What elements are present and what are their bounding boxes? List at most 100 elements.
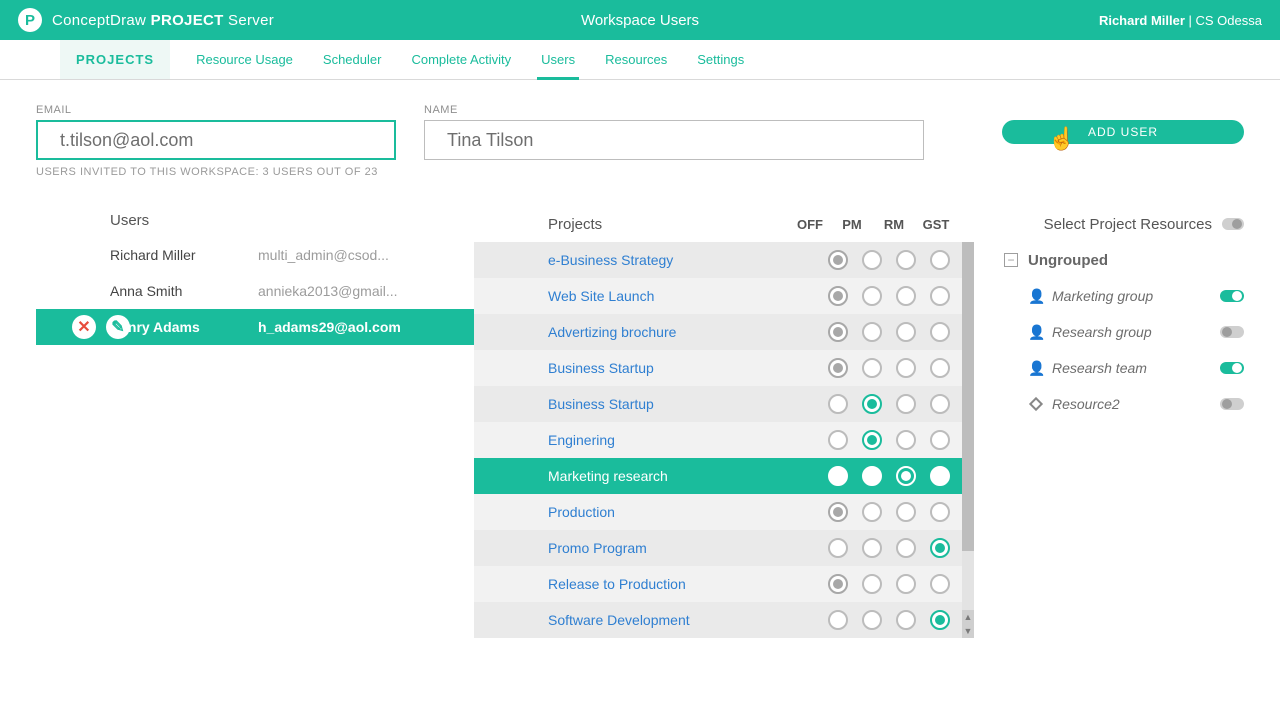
- user-row-selected[interactable]: ✕ ✎ Henry Adams h_adams29@aol.com: [36, 309, 474, 345]
- role-radio[interactable]: [828, 358, 848, 378]
- role-radio[interactable]: [930, 286, 950, 306]
- role-radio[interactable]: [828, 502, 848, 522]
- role-radio[interactable]: [828, 430, 848, 450]
- project-row[interactable]: Web Site Launch: [474, 278, 974, 314]
- nav-projects[interactable]: PROJECTS: [60, 40, 170, 79]
- scroll-thumb[interactable]: [962, 242, 974, 551]
- user-email: annieka2013@gmail...: [258, 283, 398, 299]
- add-user-button[interactable]: ADD USER: [1002, 120, 1244, 144]
- collapse-icon[interactable]: −: [1004, 253, 1018, 267]
- role-radio[interactable]: [862, 574, 882, 594]
- role-radio[interactable]: [862, 466, 882, 486]
- project-row[interactable]: Business Startup: [474, 350, 974, 386]
- role-radio[interactable]: [862, 286, 882, 306]
- name-input[interactable]: [424, 120, 924, 160]
- user-row[interactable]: Anna Smith annieka2013@gmail...: [36, 273, 474, 309]
- role-radio[interactable]: [828, 538, 848, 558]
- role-radio[interactable]: [896, 574, 916, 594]
- user-row-actions: ✕ ✎: [72, 315, 130, 339]
- nav-resources[interactable]: Resources: [601, 40, 671, 79]
- role-off: OFF: [796, 217, 824, 232]
- role-radio[interactable]: [828, 574, 848, 594]
- role-radio[interactable]: [862, 358, 882, 378]
- role-radio[interactable]: [862, 250, 882, 270]
- project-role-radios: [828, 502, 950, 522]
- project-name: Marketing research: [548, 468, 828, 484]
- nav-resource-usage[interactable]: Resource Usage: [192, 40, 297, 79]
- person-icon: 👤: [1028, 324, 1044, 341]
- resource-toggle[interactable]: [1220, 398, 1244, 410]
- project-row[interactable]: Release to Production: [474, 566, 974, 602]
- email-input[interactable]: [36, 120, 396, 160]
- resource-list: 👤Marketing group👤Researsh group👤Researsh…: [1004, 278, 1244, 422]
- scroll-up-icon[interactable]: ▲: [962, 610, 974, 624]
- header-user-sep: |: [1185, 13, 1196, 28]
- edit-user-button[interactable]: ✎: [106, 315, 130, 339]
- resource-toggle[interactable]: [1220, 326, 1244, 338]
- role-radio[interactable]: [896, 538, 916, 558]
- nav-users[interactable]: Users: [537, 40, 579, 79]
- resource-toggle[interactable]: [1220, 362, 1244, 374]
- role-radio[interactable]: [930, 358, 950, 378]
- role-radio[interactable]: [862, 322, 882, 342]
- role-radio[interactable]: [862, 502, 882, 522]
- resource-toggle[interactable]: [1220, 290, 1244, 302]
- project-row[interactable]: e-Business Strategy: [474, 242, 974, 278]
- role-radio[interactable]: [896, 322, 916, 342]
- person-icon: 👤: [1028, 288, 1044, 305]
- project-role-radios: [828, 394, 950, 414]
- project-row[interactable]: Advertizing brochure: [474, 314, 974, 350]
- role-radio[interactable]: [896, 250, 916, 270]
- delete-user-button[interactable]: ✕: [72, 315, 96, 339]
- role-radio[interactable]: [828, 610, 848, 630]
- nav-settings[interactable]: Settings: [693, 40, 748, 79]
- role-radio[interactable]: [930, 610, 950, 630]
- role-radio[interactable]: [862, 394, 882, 414]
- users-column: Users Richard Miller multi_admin@csod...…: [36, 206, 474, 638]
- role-radio[interactable]: [930, 394, 950, 414]
- role-radio[interactable]: [862, 430, 882, 450]
- role-radio[interactable]: [896, 610, 916, 630]
- resource-name: Researsh group: [1052, 324, 1220, 340]
- nav-complete-activity[interactable]: Complete Activity: [407, 40, 515, 79]
- nav-scheduler[interactable]: Scheduler: [319, 40, 386, 79]
- role-radio[interactable]: [862, 610, 882, 630]
- role-radio[interactable]: [896, 466, 916, 486]
- role-radio[interactable]: [828, 286, 848, 306]
- role-radio[interactable]: [930, 538, 950, 558]
- role-radio[interactable]: [896, 358, 916, 378]
- role-radio[interactable]: [828, 322, 848, 342]
- project-row[interactable]: Business Startup: [474, 386, 974, 422]
- user-email: multi_admin@csod...: [258, 247, 389, 263]
- role-radio[interactable]: [896, 394, 916, 414]
- resource-group-row[interactable]: − Ungrouped: [1004, 242, 1244, 278]
- project-row[interactable]: Software Development: [474, 602, 974, 638]
- role-radio[interactable]: [896, 502, 916, 522]
- role-radio[interactable]: [896, 286, 916, 306]
- role-radio[interactable]: [930, 430, 950, 450]
- role-radio[interactable]: [930, 502, 950, 522]
- project-name: Web Site Launch: [548, 288, 828, 304]
- project-role-radios: [828, 358, 950, 378]
- role-radio[interactable]: [930, 322, 950, 342]
- user-row[interactable]: Richard Miller multi_admin@csod...: [36, 237, 474, 273]
- project-row[interactable]: Promo Program: [474, 530, 974, 566]
- project-row[interactable]: Enginering: [474, 422, 974, 458]
- projects-scrollbar[interactable]: ▲ ▼: [962, 242, 974, 638]
- project-row[interactable]: Marketing research: [474, 458, 974, 494]
- role-radio[interactable]: [828, 466, 848, 486]
- role-radio[interactable]: [930, 250, 950, 270]
- resources-master-toggle[interactable]: [1222, 218, 1244, 230]
- header-user[interactable]: Richard Miller | CS Odessa: [1099, 13, 1262, 28]
- project-row[interactable]: Production: [474, 494, 974, 530]
- role-radio[interactable]: [896, 430, 916, 450]
- role-radio[interactable]: [828, 394, 848, 414]
- invite-form: EMAIL NAME ADD USER ☝: [36, 104, 1244, 160]
- role-radio[interactable]: [930, 574, 950, 594]
- role-radio[interactable]: [930, 466, 950, 486]
- workspace-grid: Users Richard Miller multi_admin@csod...…: [36, 206, 1244, 638]
- project-name: Promo Program: [548, 540, 828, 556]
- scroll-down-icon[interactable]: ▼: [962, 624, 974, 638]
- role-radio[interactable]: [862, 538, 882, 558]
- role-radio[interactable]: [828, 250, 848, 270]
